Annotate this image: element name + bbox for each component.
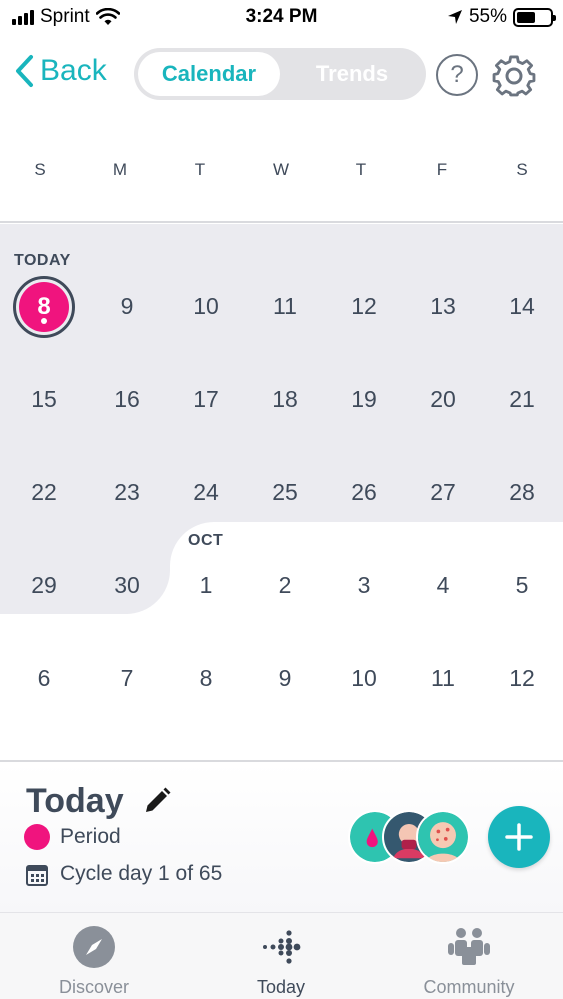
help-button[interactable]: ? (436, 54, 478, 96)
tab-label: Community (423, 977, 515, 997)
calendar-day[interactable]: 15 (9, 374, 79, 424)
back-label: Back (40, 54, 107, 87)
month-label: OCT (188, 532, 224, 549)
calendar-day[interactable]: 19 (329, 374, 399, 424)
status-bar: Sprint 3:24 PM 55% (0, 0, 563, 36)
battery-fill (517, 11, 535, 23)
weekday-label: F (436, 160, 448, 179)
calendar-day[interactable]: 14 (487, 281, 557, 331)
calendar-day[interactable]: 30 (92, 560, 162, 610)
location-arrow-icon (447, 10, 462, 24)
calendar-day[interactable]: 11 (250, 281, 320, 331)
calendar-day[interactable]: 7 (92, 653, 162, 703)
battery-percent: 55% (468, 6, 507, 27)
compass-icon (73, 926, 115, 968)
calendar-day[interactable]: 10 (171, 281, 241, 331)
fitbit-dots-icon (263, 930, 301, 964)
plus-icon (505, 823, 533, 851)
calendar-day[interactable]: 12 (487, 653, 557, 703)
weekday-label: W (272, 160, 290, 179)
calendar-day[interactable]: 21 (487, 374, 557, 424)
calendar-day[interactable]: 10 (329, 653, 399, 703)
today-period-marker: 8 (19, 282, 69, 332)
question-mark-icon: ? (450, 61, 464, 88)
calendar-day[interactable]: 2 (250, 560, 320, 610)
weekday-label: T (355, 160, 367, 179)
period-color-dot (24, 824, 50, 850)
nav-bar: Back Calendar Trends ? (0, 44, 563, 104)
calendar-day[interactable]: 24 (171, 467, 241, 517)
view-switcher: Calendar Trends (134, 48, 426, 100)
community-icon (448, 928, 490, 965)
tab-calendar[interactable]: Calendar (138, 52, 280, 96)
calendar-day[interactable]: 17 (171, 374, 241, 424)
calendar-day[interactable]: 9 (92, 281, 162, 331)
status-bar-right: 55% (447, 6, 556, 28)
calendar-day[interactable]: 3 (329, 560, 399, 610)
calendar-icon (26, 865, 48, 886)
calendar-day[interactable]: 6 (9, 653, 79, 703)
pencil-icon[interactable] (142, 786, 172, 816)
gear-icon[interactable] (490, 52, 538, 100)
back-button[interactable]: Back (14, 54, 107, 88)
calendar-day[interactable]: 13 (408, 281, 478, 331)
chevron-left-icon (16, 55, 33, 87)
tab-label: Discover (58, 977, 129, 997)
cycle-day-label: Cycle day 1 of 65 (60, 862, 223, 885)
calendar-day[interactable]: 25 (250, 467, 320, 517)
weekday-label: S (34, 160, 46, 179)
add-entry-button[interactable] (488, 806, 550, 868)
tab-community[interactable]: Community (375, 913, 563, 999)
calendar-day[interactable]: 28 (487, 467, 557, 517)
logged-symptoms[interactable] (348, 810, 472, 866)
tab-bar: Discover Today Community (0, 912, 563, 999)
calendar-day[interactable]: 8 (171, 653, 241, 703)
acne-icon (416, 810, 470, 864)
calendar-day[interactable]: 12 (329, 281, 399, 331)
tab-discover[interactable]: Discover (0, 913, 188, 999)
calendar-day[interactable]: 4 (408, 560, 478, 610)
calendar-day[interactable]: 18 (250, 374, 320, 424)
calendar-day[interactable]: 11 (408, 653, 478, 703)
calendar-day[interactable]: 9 (250, 653, 320, 703)
calendar-day[interactable]: 26 (329, 467, 399, 517)
calendar-day[interactable]: 23 (92, 467, 162, 517)
weekday-label: S (516, 160, 528, 179)
weekday-label: T (194, 160, 206, 179)
calendar-day[interactable]: 16 (92, 374, 162, 424)
today-date-cell[interactable]: 8 (13, 276, 75, 338)
calendar-grid: TODAY OCT 8 9 10 11 12 13 14 15 16 17 18 19 20 21 22 2… (0, 224, 563, 744)
calendar-day[interactable]: 27 (408, 467, 478, 517)
summary-title: Today (26, 782, 124, 820)
weekday-label: M (112, 160, 128, 179)
period-label: Period (60, 825, 121, 848)
calendar-day[interactable]: 29 (9, 560, 79, 610)
tab-label: Today (256, 977, 306, 997)
today-date: 8 (37, 293, 51, 320)
battery-icon (513, 7, 556, 27)
divider (0, 221, 563, 223)
today-summary-panel: Today Period Cycle day 1 of 65 (0, 762, 563, 912)
today-label: TODAY (14, 252, 71, 269)
entry-dot (41, 318, 47, 324)
calendar-day[interactable]: 5 (487, 560, 557, 610)
weekday-header: S M T W T F S (0, 160, 563, 188)
tab-today[interactable]: Today (187, 913, 375, 999)
calendar-day[interactable]: 20 (408, 374, 478, 424)
tab-trends[interactable]: Trends (282, 52, 422, 96)
calendar-day[interactable]: 22 (9, 467, 79, 517)
calendar-day[interactable]: 1 (171, 560, 241, 610)
